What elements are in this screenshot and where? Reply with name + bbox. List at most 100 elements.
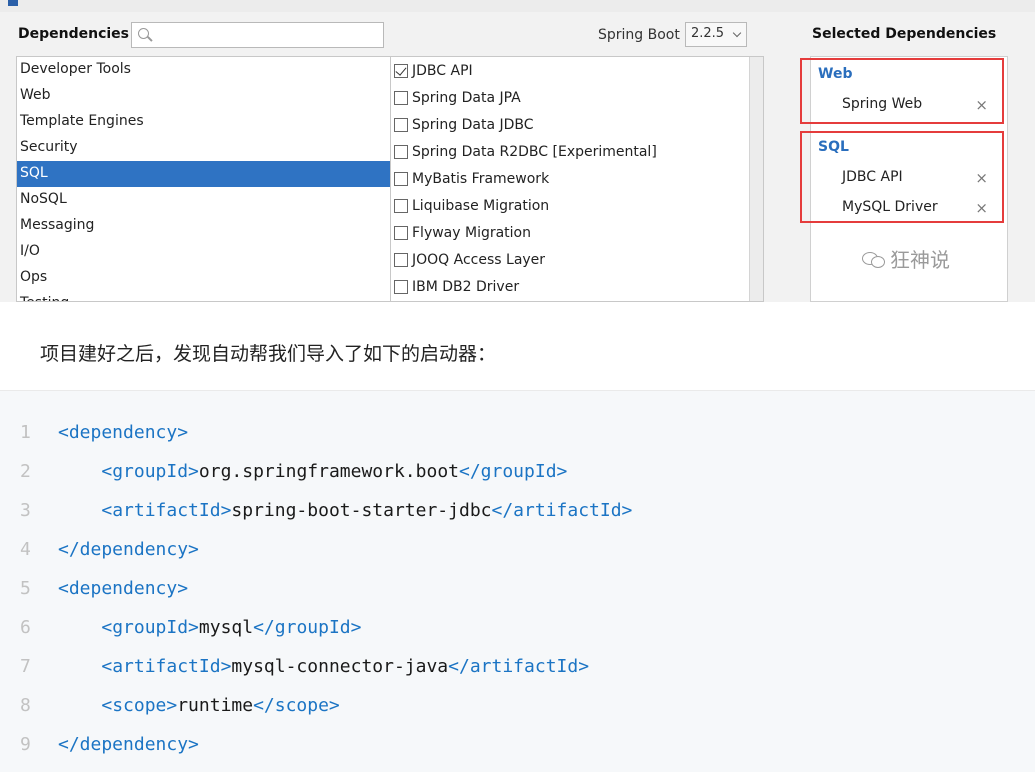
dependency-checkbox-item[interactable]: Spring Data JPA	[391, 84, 763, 111]
spring-boot-version-select[interactable]: 2.2.5	[685, 22, 747, 47]
code-block: 1 <dependency> 2 <groupId>org.springframew…	[0, 390, 1035, 772]
xml-close-tag: </groupId>	[253, 617, 362, 638]
dependency-label: JDBC API	[412, 62, 473, 79]
line-number: 6	[20, 617, 31, 638]
dependency-checkbox-item[interactable]: Flyway Migration	[391, 219, 763, 246]
line-number: 9	[20, 734, 31, 755]
category-item[interactable]: Messaging	[17, 213, 390, 239]
category-item[interactable]: Template Engines	[17, 109, 390, 135]
checkbox-icon[interactable]	[394, 117, 408, 132]
dependencies-label: Dependencies	[18, 26, 130, 42]
dependency-label: Spring Data JPA	[412, 89, 521, 106]
spring-initializr-dependencies-dialog: Dependencies Spring Boot 2.2.5 Selected …	[0, 0, 1035, 302]
app-icon	[8, 0, 18, 6]
selected-group-web: Web Spring Web ×	[800, 58, 1004, 124]
dependency-search-input[interactable]	[131, 22, 384, 48]
dependency-items: JDBC API Spring Data JPA Spring Data JDBC S…	[391, 57, 763, 300]
checkbox-icon[interactable]	[394, 144, 408, 159]
xml-open-tag: <groupId>	[101, 617, 199, 638]
code-source: </dependency>	[58, 536, 199, 564]
selected-item-label: MySQL Driver	[842, 199, 938, 215]
category-item[interactable]: SQL	[17, 161, 390, 187]
xml-text: runtime	[177, 695, 254, 716]
code-source: <artifactId>mysql-connector-java</artifa…	[58, 653, 589, 681]
dependency-checkbox-item[interactable]: JOOQ Access Layer	[391, 246, 763, 273]
category-item[interactable]: Ops	[17, 265, 390, 291]
dependency-label: Spring Data JDBC	[412, 116, 534, 133]
line-number: 7	[20, 656, 31, 677]
checkbox-icon[interactable]	[394, 198, 408, 213]
category-item[interactable]: Developer Tools	[17, 57, 390, 83]
xml-text: mysql-connector-java	[231, 656, 449, 677]
remove-icon[interactable]: ×	[975, 199, 988, 217]
line-number: 8	[20, 695, 31, 716]
selected-item-jdbc-api: JDBC API ×	[842, 169, 998, 187]
line-number: 2	[20, 461, 31, 482]
selected-item-spring-web: Spring Web ×	[842, 96, 998, 114]
xml-open-tag: <artifactId>	[101, 656, 232, 677]
xml-open-tag: <dependency>	[58, 422, 189, 443]
checkbox-icon[interactable]	[394, 279, 408, 294]
xml-open-tag: </dependency>	[58, 734, 199, 755]
dependency-checkbox-item[interactable]: JDBC API	[391, 57, 763, 84]
wechat-icon	[862, 249, 886, 269]
line-number: 3	[20, 500, 31, 521]
checkbox-icon[interactable]	[394, 225, 408, 240]
xml-text: org.springframework.boot	[198, 461, 459, 482]
selected-group-title: Web	[818, 66, 853, 82]
xml-text: mysql	[198, 617, 254, 638]
search-icon	[138, 28, 149, 39]
xml-open-tag: <groupId>	[101, 461, 199, 482]
line-number: 1	[20, 422, 31, 443]
category-list: Developer Tools Web Template Engines Securi…	[16, 56, 391, 302]
watermark-text: 狂神说	[890, 248, 950, 272]
remove-icon[interactable]: ×	[975, 169, 988, 187]
selected-group-title: SQL	[818, 139, 849, 155]
dependency-checkbox-item[interactable]: Spring Data R2DBC [Experimental]	[391, 138, 763, 165]
checkbox-icon[interactable]	[394, 252, 408, 267]
dependency-checkbox-list: JDBC API Spring Data JPA Spring Data JDBC S…	[390, 56, 764, 302]
dependency-checkbox-item[interactable]: Liquibase Migration	[391, 192, 763, 219]
line-number: 5	[20, 578, 31, 599]
category-item[interactable]: Web	[17, 83, 390, 109]
dependency-label: JOOQ Access Layer	[412, 251, 546, 268]
dependency-label: Flyway Migration	[412, 224, 531, 241]
selected-group-sql: SQL JDBC API × MySQL Driver ×	[800, 131, 1004, 223]
xml-close-tag: </groupId>	[459, 461, 568, 482]
xml-close-tag: </scope>	[253, 695, 340, 716]
remove-icon[interactable]: ×	[975, 96, 988, 114]
dependency-list-scrollbar[interactable]	[749, 57, 763, 301]
code-source: <groupId>org.springframework.boot</group…	[58, 458, 567, 486]
xml-open-tag: <scope>	[101, 695, 178, 716]
category-item[interactable]: Security	[17, 135, 390, 161]
dependency-checkbox-item[interactable]: IBM DB2 Driver	[391, 273, 763, 300]
xml-text: spring-boot-starter-jdbc	[231, 500, 492, 521]
category-item[interactable]: I/O	[17, 239, 390, 265]
xml-open-tag: </dependency>	[58, 539, 199, 560]
dependency-label: Spring Data R2DBC [Experimental]	[412, 143, 657, 160]
category-item[interactable]: NoSQL	[17, 187, 390, 213]
dependency-label: Liquibase Migration	[412, 197, 550, 214]
dependency-checkbox-item[interactable]: MyBatis Framework	[391, 165, 763, 192]
xml-close-tag: </artifactId>	[448, 656, 590, 677]
checkbox-icon[interactable]	[394, 171, 408, 186]
selected-item-label: JDBC API	[842, 169, 903, 185]
spring-boot-version-value: 2.2.5	[691, 26, 725, 41]
code-source: <dependency>	[58, 419, 188, 447]
checkbox-icon[interactable]	[394, 90, 408, 105]
line-number: 4	[20, 539, 31, 560]
selected-item-label: Spring Web	[842, 96, 923, 112]
chevron-down-icon	[732, 28, 742, 38]
code-source: <artifactId>spring-boot-starter-jdbc</ar…	[58, 497, 632, 525]
xml-open-tag: <dependency>	[58, 578, 189, 599]
dependency-label: IBM DB2 Driver	[412, 278, 520, 295]
checkbox-checked-icon[interactable]	[394, 63, 408, 78]
dependency-checkbox-item[interactable]: Spring Data JDBC	[391, 111, 763, 138]
category-item[interactable]: Testing	[17, 291, 390, 301]
dialog-title-bar	[0, 0, 1035, 12]
